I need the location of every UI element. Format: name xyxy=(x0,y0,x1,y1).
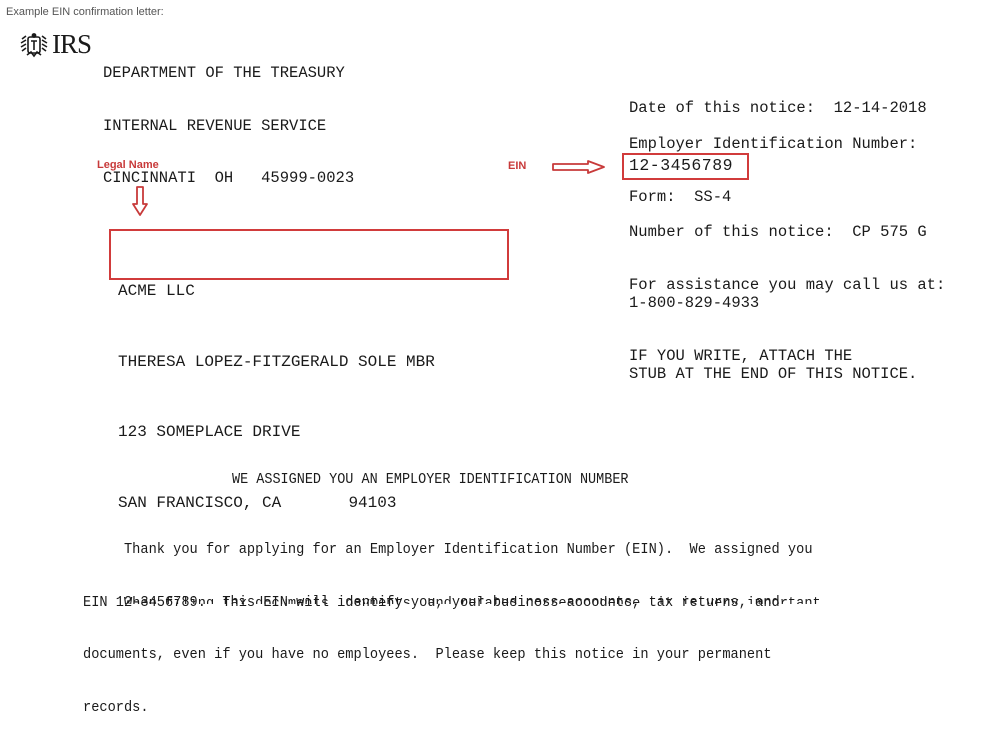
paragraph-line: documents, even if you have no employees… xyxy=(83,647,772,663)
arrow-right-outline-icon xyxy=(552,160,605,174)
assistance-text: For assistance you may call us at: xyxy=(629,276,946,294)
letterhead-line: INTERNAL REVENUE SERVICE xyxy=(103,116,327,135)
assistance-phone: 1-800-829-4933 xyxy=(629,294,760,312)
irs-eagle-icon xyxy=(20,33,48,58)
write-instruction-2: STUB AT THE END OF THIS NOTICE. xyxy=(629,365,918,383)
letter-paragraph: Thank you for applying for an Employer I… xyxy=(83,507,813,735)
legal-name-annotation: Legal Name xyxy=(97,159,159,171)
legal-name-line: THERESA LOPEZ-FITZGERALD SOLE MBR xyxy=(118,352,435,371)
write-instruction-1: IF YOU WRITE, ATTACH THE xyxy=(629,347,853,365)
notice-date: Date of this notice: 12-14-2018 xyxy=(629,99,927,117)
ein-annotation: EIN xyxy=(508,160,527,172)
letterhead-address: DEPARTMENT OF THE TREASURY INTERNAL REVE… xyxy=(103,30,354,205)
ein-heading: Employer Identification Number: xyxy=(629,135,918,153)
irs-logo: IRS xyxy=(19,29,92,59)
letterhead-line: CINCINNATI OH 45999-0023 xyxy=(103,169,355,187)
letterhead-line: DEPARTMENT OF THE TREASURY xyxy=(103,64,345,82)
irs-logo-text: IRS xyxy=(52,29,92,59)
letter-heading: WE ASSIGNED YOU AN EMPLOYER IDENTIFICATI… xyxy=(232,472,629,488)
ein-highlight-box xyxy=(622,153,749,180)
address-line: 123 SOMEPLACE DRIVE xyxy=(118,423,301,441)
paragraph-line: records. xyxy=(83,699,149,716)
paragraph-line: Thank you for applying for an Employer I… xyxy=(83,542,813,558)
legal-name-line: ACME LLC xyxy=(118,282,195,300)
form-type: Form: SS-4 xyxy=(629,188,732,206)
notice-number: Number of this notice: CP 575 G xyxy=(629,223,927,241)
recipient-address: ACME LLC THERESA LOPEZ-FITZGERALD SOLE M… xyxy=(118,233,435,539)
arrow-down-outline-icon xyxy=(132,186,148,216)
caption: Example EIN confirmation letter: xyxy=(6,6,164,18)
truncated-paragraph-line: When filing tax documents, payments, and… xyxy=(83,596,821,604)
